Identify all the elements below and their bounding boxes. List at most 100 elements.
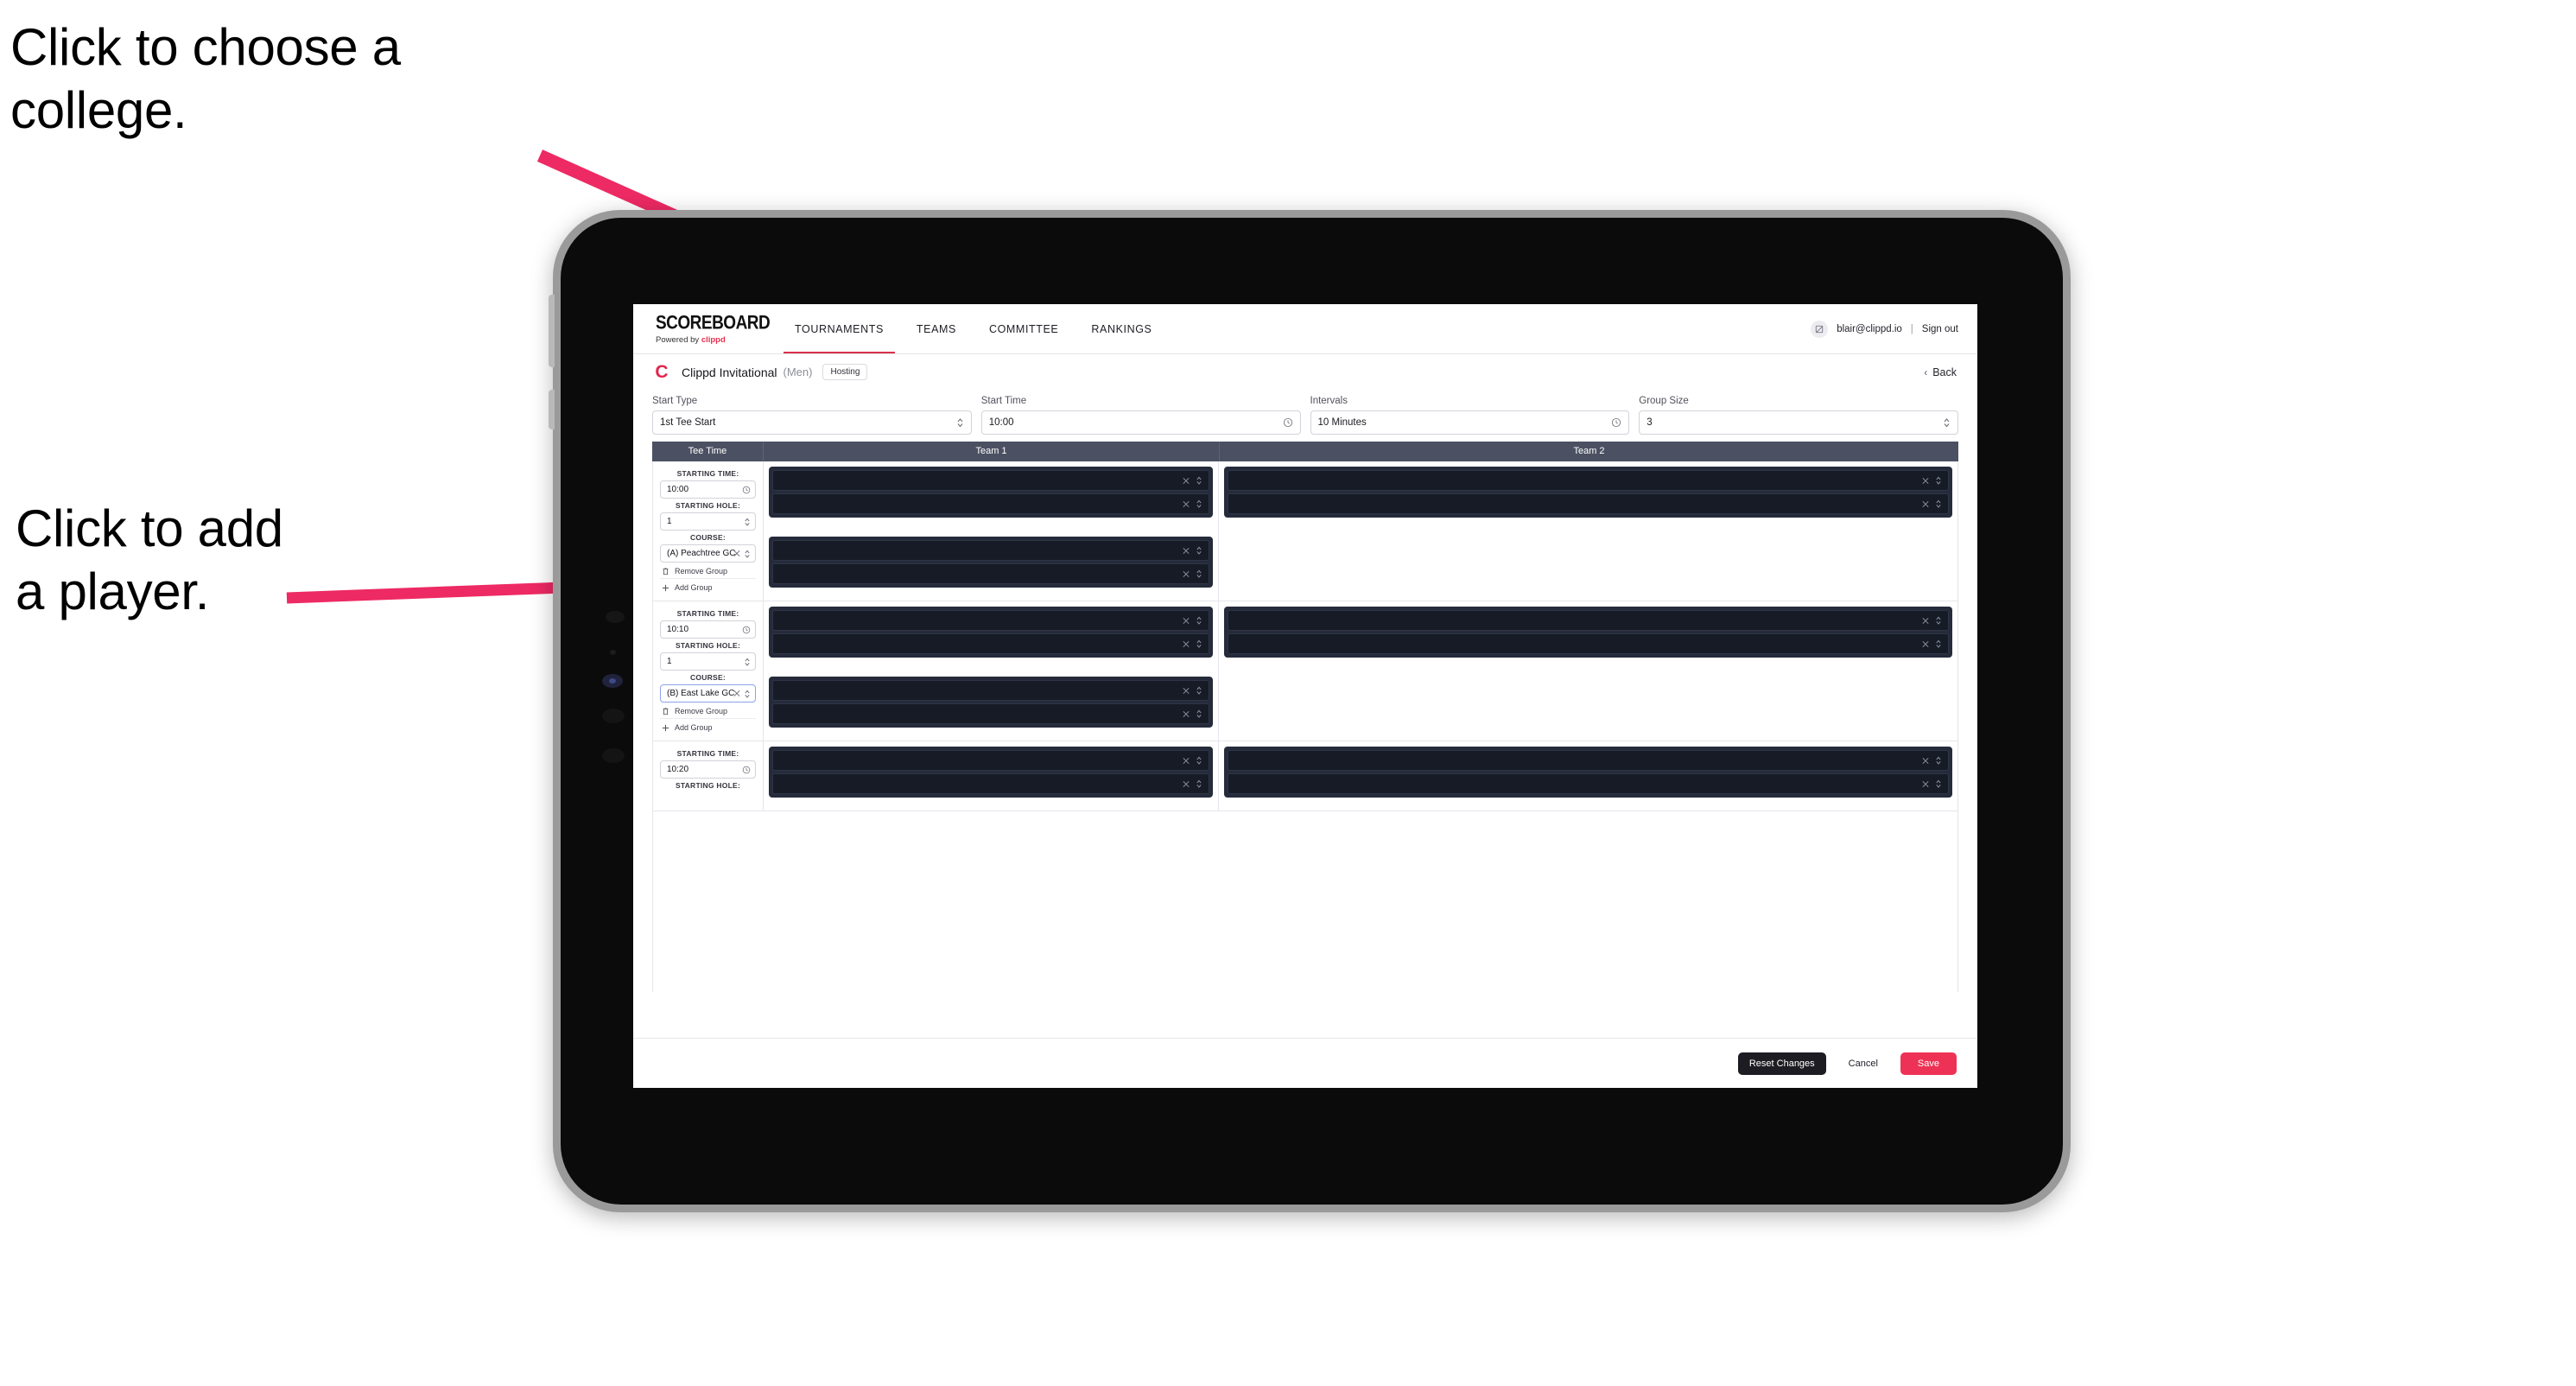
user-avatar-icon[interactable]	[1811, 320, 1829, 338]
player-select-slot[interactable]	[772, 540, 1209, 561]
player-select-slot[interactable]	[772, 563, 1209, 584]
add-group-label: Add Group	[675, 583, 713, 592]
player-select-slot[interactable]	[772, 750, 1209, 771]
chevron-updown-icon	[1196, 756, 1202, 765]
clock-icon-2[interactable]	[1611, 417, 1621, 428]
nav-tab-committee[interactable]: COMMITTEE	[973, 304, 1075, 353]
player-select-slot[interactable]	[1228, 633, 1949, 654]
clear-x-icon	[1922, 617, 1929, 624]
clock-icon[interactable]	[742, 626, 751, 634]
plus-icon	[662, 584, 669, 591]
grid-header-row: Tee Time Team 1 Team 2	[652, 442, 1958, 461]
label-starting-hole: STARTING HOLE:	[675, 781, 741, 790]
slot-adornments[interactable]	[1183, 639, 1202, 649]
slot-adornments[interactable]	[1922, 779, 1942, 789]
chevron-updown-icon	[1196, 476, 1202, 485]
chevron-updown-icon	[1936, 476, 1941, 485]
value-group-size: 3	[1646, 417, 1653, 428]
remove-group-button[interactable]: Remove Group	[660, 703, 756, 718]
slot-adornments[interactable]	[1183, 476, 1202, 486]
player-select-slot[interactable]	[772, 680, 1209, 701]
label-intervals: Intervals	[1310, 396, 1348, 406]
add-group-button[interactable]: Add Group	[660, 578, 756, 594]
chevron-updown-icon	[745, 690, 750, 698]
clock-icon[interactable]	[742, 486, 751, 494]
clock-icon[interactable]	[742, 766, 751, 774]
player-select-slot[interactable]	[772, 470, 1209, 491]
app-header: SCOREBOARD Powered by clippd TOURNAMENTS…	[633, 304, 1977, 353]
slot-adornments[interactable]	[1922, 639, 1942, 649]
input-start-time[interactable]: 10:00	[980, 410, 1301, 435]
slot-adornments[interactable]	[1183, 756, 1202, 766]
player-select-slot[interactable]	[1228, 750, 1949, 771]
input-starting-hole[interactable]: 1	[660, 512, 756, 531]
course-adornments[interactable]	[733, 689, 751, 698]
chevron-updown-icon[interactable]	[744, 517, 751, 526]
save-button[interactable]: Save	[1900, 1052, 1957, 1075]
player-select-slot[interactable]	[1228, 493, 1949, 514]
volume-button[interactable]	[549, 390, 555, 429]
player-select-slot[interactable]	[1228, 470, 1949, 491]
brand-logo[interactable]: SCOREBOARD Powered by clippd	[656, 314, 771, 345]
clear-x-icon	[1922, 500, 1929, 507]
slot-adornments[interactable]	[1183, 616, 1202, 626]
player-select-slot[interactable]	[772, 610, 1209, 631]
power-button[interactable]	[549, 295, 555, 367]
player-select-slot[interactable]	[772, 493, 1209, 514]
input-course[interactable]: (B) East Lake GC	[660, 684, 756, 703]
clock-icon[interactable]	[1283, 417, 1293, 428]
chevron-updown-icon	[1196, 709, 1202, 718]
nav-tab-rankings[interactable]: RANKINGS	[1075, 304, 1168, 353]
label-start-type: Start Type	[652, 396, 698, 406]
input-starting-hole[interactable]: 1	[660, 652, 756, 671]
grid-body[interactable]: STARTING TIME: 10:00 STARTING HOLE: 1 CO…	[652, 461, 1958, 992]
input-start-type[interactable]: 1st Tee Start	[652, 410, 972, 435]
input-intervals[interactable]: 10 Minutes	[1310, 410, 1630, 435]
slot-adornments[interactable]	[1183, 546, 1202, 556]
slot-adornments[interactable]	[1183, 709, 1202, 719]
clear-x-icon	[733, 690, 740, 697]
add-group-button[interactable]: Add Group	[660, 718, 756, 734]
course-adornments[interactable]	[733, 549, 751, 558]
slot-adornments[interactable]	[1922, 476, 1942, 486]
player-select-slot[interactable]	[1228, 773, 1949, 794]
player-select-slot[interactable]	[772, 633, 1209, 654]
input-course[interactable]: (A) Peachtree GC	[660, 544, 756, 563]
chevron-updown-icon	[1936, 756, 1941, 765]
player-group-card	[769, 537, 1213, 588]
slot-adornments[interactable]	[1922, 616, 1942, 626]
table-row: STARTING TIME: 10:00 STARTING HOLE: 1 CO…	[653, 461, 1957, 601]
clear-x-icon	[1183, 547, 1190, 554]
player-select-slot[interactable]	[772, 773, 1209, 794]
chevron-updown-icon-2[interactable]	[1943, 417, 1951, 428]
speaker-icon-2	[602, 748, 625, 763]
value-starting-hole: 1	[667, 657, 672, 666]
chevron-updown-icon[interactable]	[744, 657, 751, 666]
clear-x-icon	[1183, 757, 1190, 764]
slot-adornments[interactable]	[1183, 686, 1202, 696]
back-label: Back	[1932, 366, 1957, 378]
player-select-slot[interactable]	[1228, 610, 1949, 631]
sign-out-link[interactable]: Sign out	[1922, 324, 1958, 334]
nav-tab-tournaments[interactable]: TOURNAMENTS	[778, 304, 900, 353]
speaker-icon	[602, 709, 625, 723]
slot-adornments[interactable]	[1183, 499, 1202, 509]
cancel-button[interactable]: Cancel	[1838, 1052, 1888, 1075]
input-group-size[interactable]: 3	[1639, 410, 1958, 435]
trash-icon	[663, 708, 669, 715]
input-starting-time[interactable]: 10:20	[660, 760, 756, 779]
player-select-slot[interactable]	[772, 703, 1209, 724]
chevron-updown-icon[interactable]	[956, 417, 964, 428]
slot-adornments[interactable]	[1183, 779, 1202, 789]
tournament-gender: (Men)	[783, 366, 813, 378]
slot-adornments[interactable]	[1922, 756, 1942, 766]
input-starting-time[interactable]: 10:10	[660, 620, 756, 639]
reset-changes-button[interactable]: Reset Changes	[1737, 1052, 1826, 1075]
chevron-updown-icon	[1936, 639, 1941, 648]
back-button[interactable]: ‹ Back	[1924, 366, 1957, 378]
slot-adornments[interactable]	[1183, 569, 1202, 579]
input-starting-time[interactable]: 10:00	[660, 480, 756, 499]
slot-adornments[interactable]	[1922, 499, 1942, 509]
remove-group-button[interactable]: Remove Group	[660, 563, 756, 578]
nav-tab-teams[interactable]: TEAMS	[900, 304, 973, 353]
